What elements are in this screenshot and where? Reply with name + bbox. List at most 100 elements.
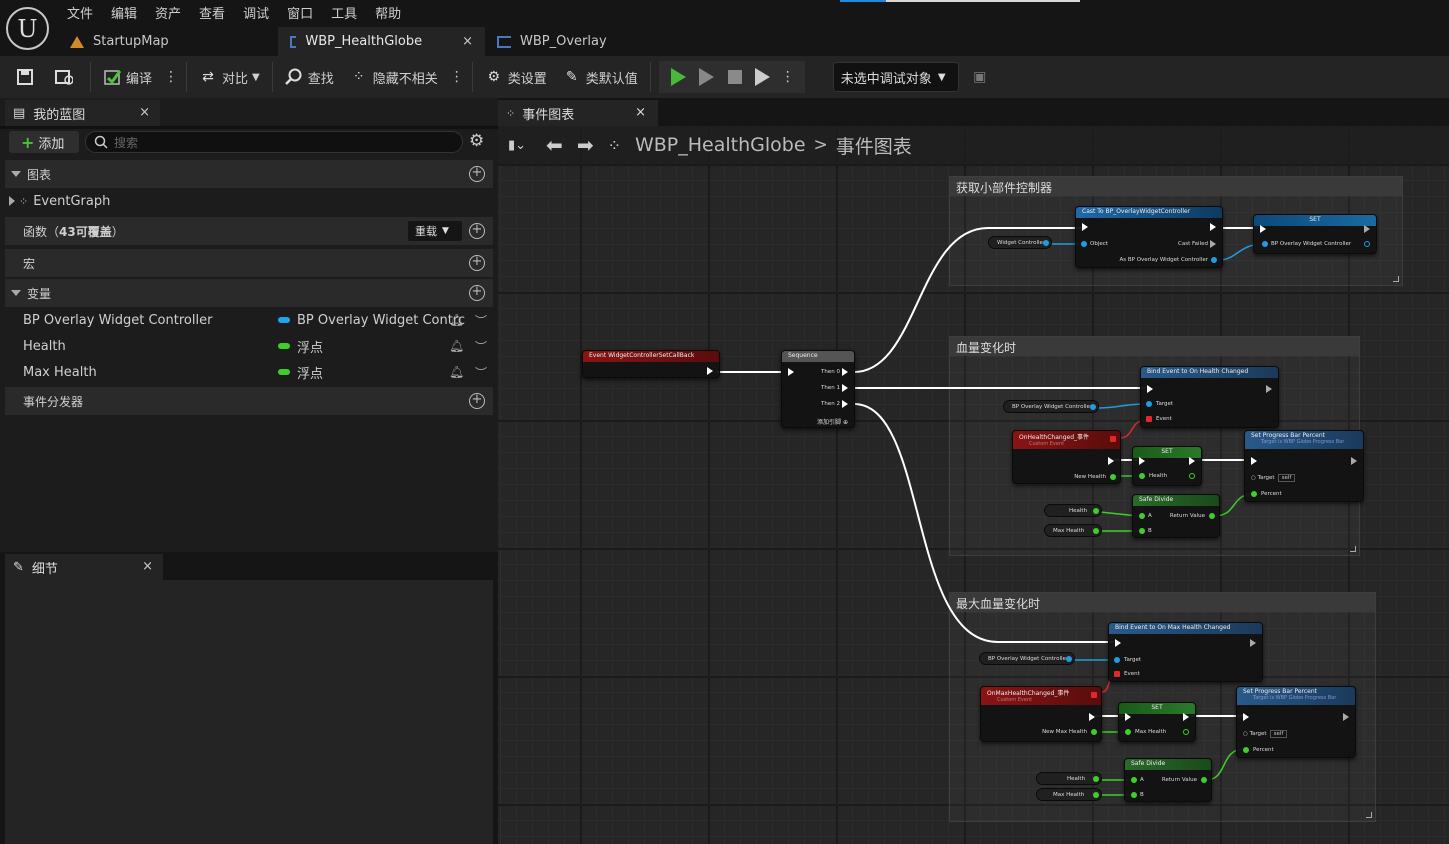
float-out-pin[interactable] <box>1201 777 1207 783</box>
float-out-pin[interactable] <box>1183 729 1189 735</box>
tab-startupmap[interactable]: StartupMap <box>58 27 278 56</box>
object-pin[interactable] <box>1262 241 1268 247</box>
close-icon[interactable]: × <box>635 105 646 120</box>
menu-tools[interactable]: 工具 <box>322 0 366 22</box>
object-pin[interactable] <box>1211 257 1217 263</box>
bookmark-icon[interactable]: ▮⌄ <box>508 138 526 153</box>
exec-out-pin[interactable] <box>1364 225 1370 233</box>
bell-icon[interactable]: 🔔︎ <box>449 313 464 327</box>
float-pin[interactable] <box>1093 528 1099 534</box>
exec-in-pin[interactable] <box>1115 639 1121 647</box>
object-pin[interactable] <box>1043 240 1049 246</box>
exec-in-pin[interactable] <box>1251 457 1257 465</box>
graphs-section[interactable]: 图表 + <box>5 160 493 188</box>
diff-button[interactable]: ⇄ 对比 ▼ <box>191 62 268 92</box>
step-button[interactable] <box>693 64 721 90</box>
delegate-out-pin[interactable] <box>1091 692 1097 698</box>
set-controller-node[interactable]: SET BP Overlay Widget Controller <box>1253 214 1377 254</box>
browse-button[interactable] <box>47 62 86 92</box>
safe-divide-health-node[interactable]: Safe Divide A Return Value B <box>1132 494 1220 538</box>
breadcrumb-graph[interactable]: 事件图表 <box>836 132 912 159</box>
controller-getter[interactable]: BP Overlay Widget Controller <box>979 652 1075 665</box>
float-pin[interactable] <box>1251 491 1257 497</box>
eye-closed-icon[interactable]: ︶ <box>475 312 487 329</box>
exec-in-pin[interactable] <box>1260 225 1266 233</box>
graph-canvas[interactable]: 获取小部件控制器 血量变化时 最大血量变化时 Event WidgetContr… <box>498 126 1449 844</box>
exec-out-pin[interactable] <box>1210 240 1216 248</box>
exec-out-pin[interactable] <box>1108 457 1114 465</box>
exec-out-pin[interactable] <box>842 368 848 376</box>
float-pin[interactable] <box>1110 474 1116 480</box>
exec-out-pin[interactable] <box>1089 713 1095 721</box>
bind-health-node[interactable]: Bind Event to On Health Changed Target E… <box>1140 366 1279 428</box>
object-pin[interactable] <box>1146 401 1152 407</box>
float-out-pin[interactable] <box>1189 473 1195 479</box>
compile-button[interactable]: 编译 <box>95 62 160 92</box>
menu-debug[interactable]: 调试 <box>234 0 278 22</box>
health-getter[interactable]: Health <box>1044 504 1102 517</box>
compile-options-icon[interactable]: ⋮ <box>160 69 182 85</box>
menu-help[interactable]: 帮助 <box>366 0 410 22</box>
exec-out-pin[interactable] <box>1250 639 1256 647</box>
class-settings-button[interactable]: ⚙ 类设置 <box>477 62 555 92</box>
unreal-logo-icon[interactable]: U <box>6 7 49 50</box>
float-pin[interactable] <box>1139 473 1145 479</box>
exec-out-pin[interactable] <box>1210 223 1216 231</box>
exec-out-pin[interactable] <box>1183 713 1189 721</box>
save-button[interactable] <box>0 62 47 92</box>
float-pin[interactable] <box>1131 777 1137 783</box>
more-options-icon[interactable]: ⋮ <box>446 69 468 85</box>
variable-type[interactable]: 浮点 <box>278 337 323 356</box>
float-pin[interactable] <box>1093 508 1099 514</box>
delegate-pin[interactable] <box>1114 671 1120 677</box>
set-max-health-node[interactable]: SET Max Health <box>1118 702 1196 742</box>
hide-unrelated-button[interactable]: ⁘ 隐藏不相关 <box>342 62 446 92</box>
exec-out-pin[interactable] <box>1351 457 1357 465</box>
eject-button[interactable] <box>749 64 777 90</box>
play-options-icon[interactable]: ⋮ <box>777 69 799 85</box>
exec-out-pin[interactable] <box>1189 457 1195 465</box>
menu-file[interactable]: 文件 <box>58 0 102 22</box>
play-button[interactable] <box>665 64 693 90</box>
on-health-changed-event[interactable]: OnHealthChanged_事件 Custom Event New Heal… <box>1012 430 1121 484</box>
back-arrow-icon[interactable]: ⬅ <box>546 133 563 157</box>
my-blueprint-tab[interactable]: ▤ 我的蓝图 × <box>5 100 160 126</box>
override-dropdown[interactable]: 重载 ▼ <box>408 221 462 241</box>
float-pin[interactable] <box>1139 528 1145 534</box>
search-input[interactable]: 搜索 <box>85 131 463 153</box>
close-icon[interactable]: × <box>142 559 153 574</box>
float-pin[interactable] <box>1139 513 1145 519</box>
add-pin-button[interactable]: 添加引脚 ⊕ <box>817 417 848 426</box>
variable-type[interactable]: 浮点 <box>278 363 323 382</box>
event-node[interactable]: Event WidgetControllerSetCallBack <box>582 350 720 378</box>
cast-node[interactable]: Cast To BP_OverlayWidgetController Objec… <box>1075 206 1223 268</box>
close-icon[interactable]: × <box>139 105 150 120</box>
exec-out-pin[interactable] <box>707 367 713 375</box>
max-health-getter[interactable]: Max Health <box>1036 788 1102 801</box>
menu-view[interactable]: 查看 <box>190 0 234 22</box>
variable-row[interactable]: BP Overlay Widget Controller BP Overlay … <box>5 307 493 333</box>
add-macro-icon[interactable]: + <box>469 255 485 271</box>
add-function-icon[interactable]: + <box>469 223 485 239</box>
add-graph-icon[interactable]: + <box>469 166 485 182</box>
bell-icon[interactable]: 🔔︎ <box>449 365 464 379</box>
object-pin[interactable] <box>1081 241 1087 247</box>
variable-row[interactable]: Health 浮点 🔔︎ ︶ <box>5 333 493 359</box>
float-pin[interactable] <box>1131 792 1137 798</box>
object-pin[interactable] <box>1066 656 1072 662</box>
variable-type[interactable]: BP Overlay Widget Contrc <box>278 313 465 328</box>
exec-in-pin[interactable] <box>1125 713 1131 721</box>
object-pin[interactable] <box>1090 404 1096 410</box>
object-out-pin[interactable] <box>1364 241 1370 247</box>
menu-window[interactable]: 窗口 <box>278 0 322 22</box>
max-health-getter[interactable]: Max Health <box>1044 524 1102 537</box>
exec-out-pin[interactable] <box>842 384 848 392</box>
add-dispatcher-icon[interactable]: + <box>469 393 485 409</box>
float-pin[interactable] <box>1125 729 1131 735</box>
variables-section[interactable]: 变量 + <box>5 279 493 307</box>
delegate-out-pin[interactable] <box>1110 436 1116 442</box>
exec-out-pin[interactable] <box>1343 713 1349 721</box>
bind-max-health-node[interactable]: Bind Event to On Max Health Changed Targ… <box>1108 622 1263 682</box>
dispatchers-section[interactable]: 事件分发器 + <box>5 387 493 415</box>
add-variable-icon[interactable]: + <box>469 285 485 301</box>
